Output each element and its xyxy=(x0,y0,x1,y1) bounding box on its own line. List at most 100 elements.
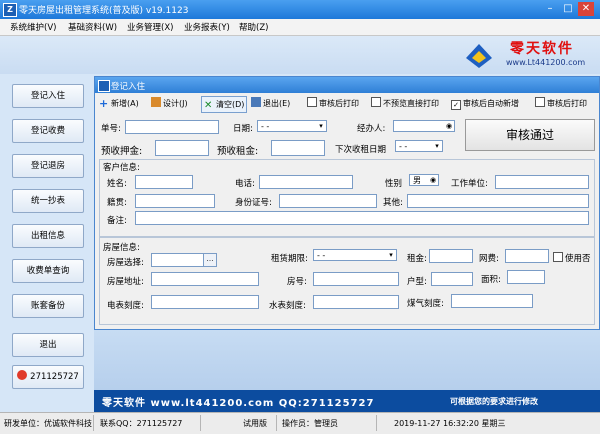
new-button[interactable]: + 新增(A) xyxy=(99,96,139,111)
meter-e-input[interactable] xyxy=(151,295,259,309)
meter-g-input[interactable] xyxy=(451,294,533,308)
rent-fee-label: 租金: xyxy=(407,254,427,264)
logo-icon xyxy=(466,44,492,68)
sidebar-meter-button[interactable]: 统一抄表 xyxy=(12,189,84,213)
logo-text: 零天软件 xyxy=(510,41,574,57)
chk-direct-print[interactable]: 不预览直接打印 xyxy=(371,96,439,111)
checkbox[interactable] xyxy=(371,97,381,107)
menu-basic-data[interactable]: 基础资料(W) xyxy=(68,21,117,33)
plus-icon: + xyxy=(99,97,109,110)
net-fee-input[interactable] xyxy=(505,249,549,263)
doc-no-label: 单号: xyxy=(101,124,121,134)
qq-icon xyxy=(17,370,28,380)
chk-auto-new[interactable]: ✓ 审核后自动新增 xyxy=(451,96,519,111)
layout-input[interactable] xyxy=(431,272,473,286)
native-input[interactable] xyxy=(135,194,215,208)
net-fee-label: 网费: xyxy=(479,254,499,264)
menu-reports[interactable]: 业务报表(Y) xyxy=(184,21,230,33)
sidebar-rent-info-button[interactable]: 出租信息 xyxy=(12,224,84,248)
status-bar: 研发单位：优诚软件科技 联系QQ：271125727 试用版 操作员：管理员 2… xyxy=(0,412,600,434)
meter-g-label: 煤气刻度: xyxy=(407,299,444,309)
checkin-dialog: 登记入住 + 新增(A) 设计(J) ✕ 清空(D) 退出(E) 审核后打印 不预览… xyxy=(94,76,600,330)
logo-url: www.Lt441200.com xyxy=(506,58,586,67)
status-separator xyxy=(276,415,277,431)
sidebar-checkin-button[interactable]: 登记入住 xyxy=(12,84,84,108)
status-qq: 联系QQ：271125727 xyxy=(100,419,183,428)
house-select-label: 房屋选择: xyxy=(107,258,144,268)
sidebar-backup-button[interactable]: 账套备份 xyxy=(12,294,84,318)
menu-bar: 系统维护(V) 基础资料(W) 业务管理(X) 业务报表(Y) 帮助(Z) xyxy=(0,19,600,36)
deposit-input[interactable] xyxy=(155,140,209,156)
phone-input[interactable] xyxy=(259,175,353,189)
status-edition: 试用版 xyxy=(243,419,267,428)
area-input[interactable] xyxy=(507,270,545,284)
sidebar-qq-button[interactable]: 271125727 xyxy=(12,365,84,389)
menu-help[interactable]: 帮助(Z) xyxy=(239,21,268,33)
close-icon[interactable]: ✕ xyxy=(578,2,594,16)
phone-label: 电话: xyxy=(235,179,255,189)
lease-term-label: 租赁期限: xyxy=(271,254,308,264)
note-input[interactable] xyxy=(135,211,589,225)
gender-select[interactable]: 男 ◉ xyxy=(409,174,439,186)
menu-business[interactable]: 业务管理(X) xyxy=(127,21,173,33)
doc-no-input[interactable] xyxy=(125,120,219,134)
chk-print-after-review[interactable]: 审核后打印 xyxy=(307,96,359,111)
layout-label: 户型: xyxy=(407,277,427,287)
footer-banner-slogan: 可根据您的要求进行修改 xyxy=(450,397,538,406)
status-separator xyxy=(200,415,201,431)
review-pass-button[interactable]: 审核通过 xyxy=(465,119,595,151)
handler-select[interactable]: ◉ xyxy=(393,120,455,132)
lease-term-picker[interactable]: - - ▾ xyxy=(313,249,397,261)
date-picker[interactable]: - - ▾ xyxy=(257,120,327,132)
window-title: 零天房屋出租管理系统(普及版) v19.1123 xyxy=(19,6,189,16)
dialog-title: 登记入住 xyxy=(111,82,146,92)
id-no-label: 身份证号: xyxy=(235,198,272,208)
use-no-checkbox[interactable]: 使用否 xyxy=(553,252,591,264)
sidebar-charge-button[interactable]: 登记收费 xyxy=(12,119,84,143)
clear-button[interactable]: ✕ 清空(D) xyxy=(201,96,248,113)
status-separator xyxy=(93,415,94,431)
footer-banner: 零天软件 www.lt441200.com QQ:271125727 可根据您的… xyxy=(94,390,600,412)
room-no-input[interactable] xyxy=(313,272,399,286)
qq-label: 271125727 xyxy=(30,372,79,382)
checkbox-checked[interactable]: ✓ xyxy=(451,100,461,110)
sidebar-receipt-query-button[interactable]: 收费单查询 xyxy=(12,259,84,283)
checkbox[interactable] xyxy=(535,97,545,107)
native-label: 籍贯: xyxy=(107,198,127,208)
note-label: 备注: xyxy=(107,216,127,226)
dropdown-arrow-icon: ▾ xyxy=(319,122,323,130)
rent-input[interactable] xyxy=(271,140,325,156)
house-browse-button[interactable]: … xyxy=(203,253,217,267)
clear-icon: ✕ xyxy=(204,100,213,111)
sidebar-checkout-button[interactable]: 登记退房 xyxy=(12,154,84,178)
chk-print-after-review-2[interactable]: 审核后打印 xyxy=(535,96,587,111)
design-button[interactable]: 设计(J) xyxy=(151,96,188,111)
area-label: 面积: xyxy=(481,275,501,285)
meter-w-input[interactable] xyxy=(313,295,399,309)
footer-banner-text: 零天软件 www.lt441200.com QQ:271125727 xyxy=(102,398,375,409)
customer-section-label: 客户信息: xyxy=(103,163,140,173)
other-input[interactable] xyxy=(407,194,589,208)
house-section-label: 房屋信息: xyxy=(103,243,140,253)
exit-button[interactable]: 退出(E) xyxy=(251,96,290,111)
checkbox[interactable] xyxy=(307,97,317,107)
menu-system[interactable]: 系统维护(V) xyxy=(10,21,56,33)
deposit-label: 预收押金: xyxy=(101,146,143,157)
next-date-picker[interactable]: - - ▾ xyxy=(395,140,443,152)
address-input[interactable] xyxy=(151,272,259,286)
house-select-input[interactable] xyxy=(151,253,205,267)
rent-fee-input[interactable] xyxy=(429,249,473,263)
employer-input[interactable] xyxy=(495,175,589,189)
employer-label: 工作单位: xyxy=(451,179,488,189)
title-bar: Z 零天房屋出租管理系统(普及版) v19.1123 – □ ✕ xyxy=(0,0,600,19)
meter-w-label: 水表刻度: xyxy=(269,301,306,311)
status-operator: 操作员：管理员 xyxy=(282,419,338,428)
id-no-input[interactable] xyxy=(279,194,377,208)
sidebar-exit-button[interactable]: 退出 xyxy=(12,333,84,357)
checkbox[interactable] xyxy=(553,252,563,262)
address-label: 房屋地址: xyxy=(107,277,144,287)
maximize-icon[interactable]: □ xyxy=(560,2,576,16)
name-input[interactable] xyxy=(135,175,193,189)
minimize-icon[interactable]: – xyxy=(542,2,558,16)
gender-label: 性别 xyxy=(385,179,403,189)
